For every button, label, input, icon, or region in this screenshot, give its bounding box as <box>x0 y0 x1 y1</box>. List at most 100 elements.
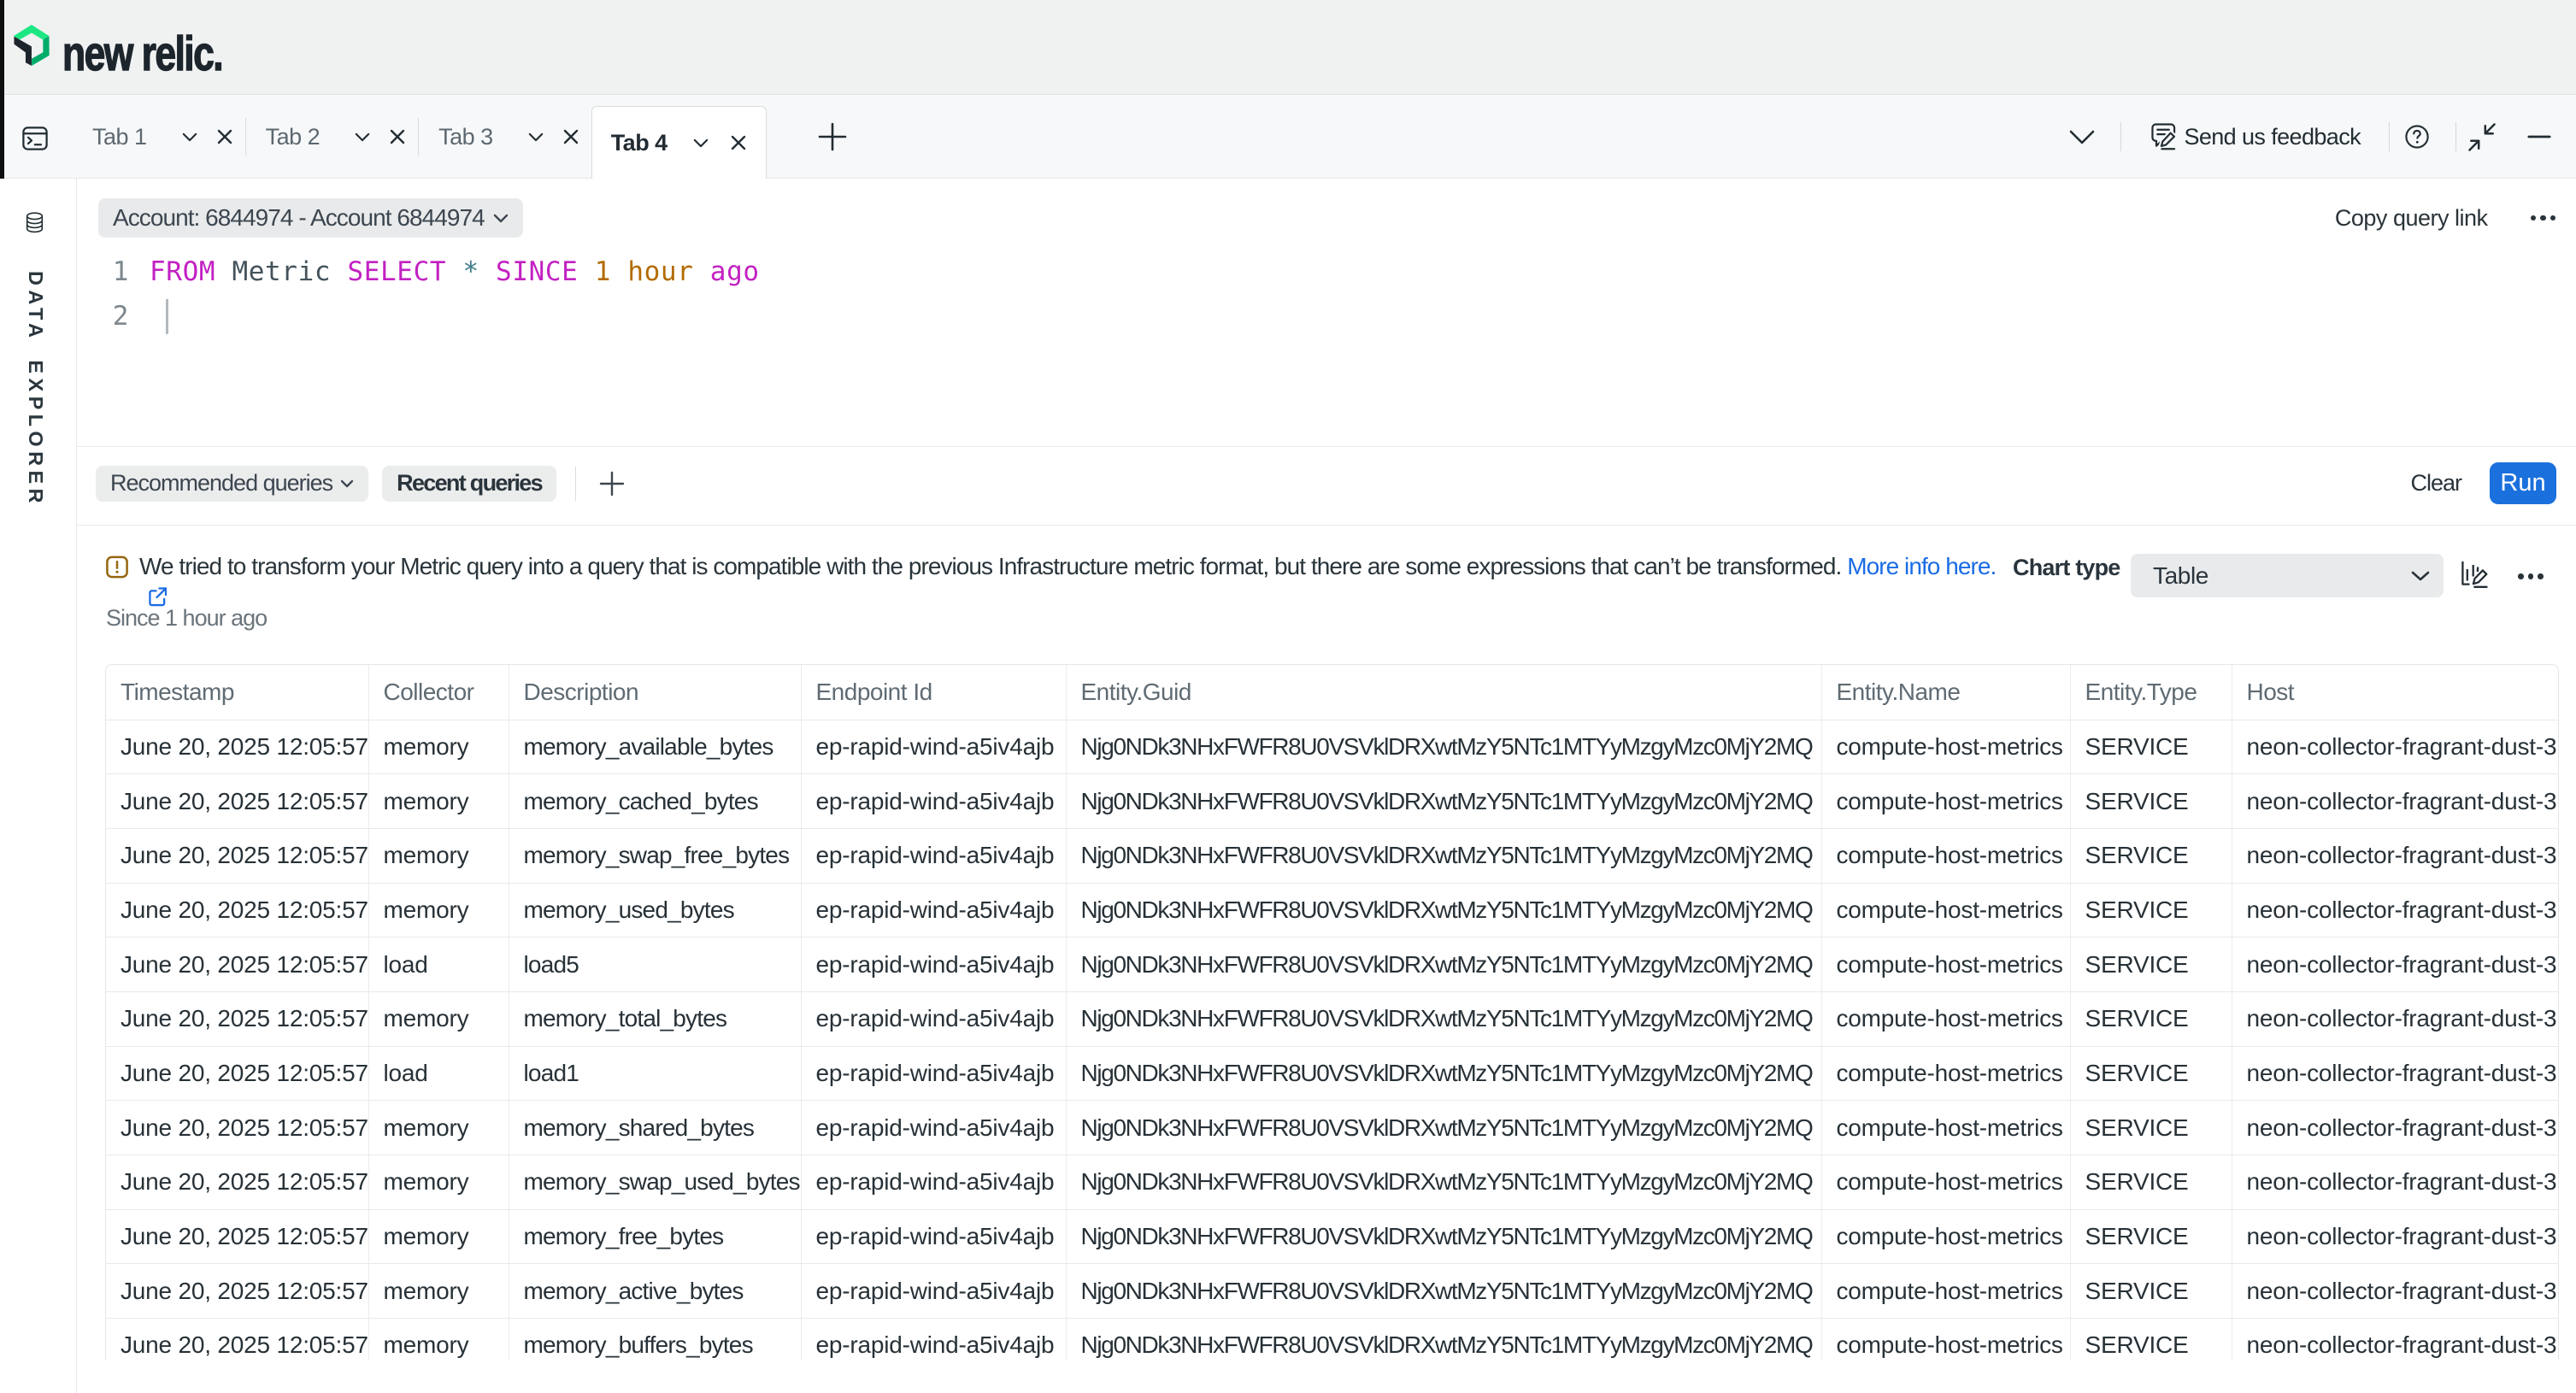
nrql-editor[interactable]: 1FROM Metric SELECT * SINCE 1 hour ago2 <box>98 250 760 338</box>
cell-timestamp: June 20, 2025 12:05:57 <box>106 774 368 829</box>
tab-label[interactable]: Tab 2 <box>246 124 321 150</box>
tab-4-close-icon[interactable] <box>731 135 746 150</box>
cell-guid: Njg0NDk3NHxFWFR8U0VSVklDRXwtMzY5NTc1MTYy… <box>1066 828 1821 883</box>
cell-timestamp: June 20, 2025 12:05:57 <box>106 1155 368 1210</box>
table-row[interactable]: June 20, 2025 12:05:57memorymemory_buffe… <box>106 1319 2559 1360</box>
app-header: new relic. <box>0 0 2576 95</box>
minimize-icon[interactable] <box>2527 135 2551 138</box>
cell-endpoint: ep-rapid-wind-a5iv4ajb <box>801 991 1066 1046</box>
cell-timestamp: June 20, 2025 12:05:57 <box>106 937 368 992</box>
cell-host: neon-collector-fragrant-dust-3 <box>2232 1155 2559 1210</box>
table-row[interactable]: June 20, 2025 12:05:57memorymemory_swap_… <box>106 1155 2559 1210</box>
query-toolbar: Recommended queries Recent queries Clear… <box>77 446 2576 526</box>
tab-label[interactable]: Tab 4 <box>592 130 668 156</box>
tab-3-chevron-down-icon[interactable] <box>528 132 544 142</box>
send-feedback-button[interactable]: Send us feedback <box>2151 123 2361 150</box>
table-row[interactable]: June 20, 2025 12:05:57memorymemory_activ… <box>106 1264 2559 1319</box>
clear-button[interactable]: Clear <box>2410 470 2461 497</box>
new-relic-logo: new relic. <box>14 25 268 82</box>
recommended-queries-button[interactable]: Recommended queries <box>96 466 368 502</box>
cell-timestamp: June 20, 2025 12:05:57 <box>106 720 368 774</box>
table-row[interactable]: June 20, 2025 12:05:57memorymemory_total… <box>106 991 2559 1046</box>
more-info-link[interactable]: More info here. <box>1847 553 1996 579</box>
tab-3[interactable]: Tab 3 <box>419 95 591 179</box>
table-row[interactable]: June 20, 2025 12:05:57loadload5ep-rapid-… <box>106 937 2559 992</box>
account-picker[interactable]: Account: 6844974 - Account 6844974 <box>98 198 523 238</box>
cell-description: load5 <box>509 937 801 992</box>
results-more-options-icon[interactable] <box>2518 573 2544 579</box>
table-row[interactable]: June 20, 2025 12:05:57memorymemory_free_… <box>106 1209 2559 1264</box>
chart-type-select[interactable]: Table <box>2131 554 2444 597</box>
table-row[interactable]: June 20, 2025 12:05:57memorymemory_cache… <box>106 774 2559 829</box>
cell-type: SERVICE <box>2070 1264 2232 1319</box>
since-time-label: Since 1 hour ago <box>106 605 267 632</box>
cell-timestamp: June 20, 2025 12:05:57 <box>106 1319 368 1360</box>
cell-guid: Njg0NDk3NHxFWFR8U0VSVklDRXwtMzY5NTc1MTYy… <box>1066 1264 1821 1319</box>
cell-host: neon-collector-fragrant-dust-3 <box>2232 774 2559 829</box>
column-header-entity-type[interactable]: Entity.Type <box>2070 665 2232 720</box>
chart-type-value: Table <box>2153 562 2208 590</box>
cell-type: SERVICE <box>2070 774 2232 829</box>
external-link-icon[interactable] <box>149 587 167 607</box>
collapse-icon[interactable] <box>2467 123 2497 151</box>
column-header-entity-name[interactable]: Entity.Name <box>1821 665 2070 720</box>
cell-endpoint: ep-rapid-wind-a5iv4ajb <box>801 937 1066 992</box>
editor-line-2[interactable]: 2 <box>98 294 760 338</box>
cell-type: SERVICE <box>2070 1209 2232 1264</box>
cell-guid: Njg0NDk3NHxFWFR8U0VSVklDRXwtMzY5NTc1MTYy… <box>1066 1319 1821 1360</box>
tab-1-close-icon[interactable] <box>217 129 232 144</box>
tab-label[interactable]: Tab 3 <box>419 124 493 150</box>
column-header-collector[interactable]: Collector <box>368 665 509 720</box>
tabs-dropdown-chevron-icon[interactable] <box>2069 130 2095 144</box>
table-row[interactable]: June 20, 2025 12:05:57memorymemory_used_… <box>106 883 2559 937</box>
database-icon[interactable] <box>23 208 46 238</box>
editor-line-1[interactable]: 1FROM Metric SELECT * SINCE 1 hour ago <box>98 250 760 294</box>
cell-description: memory_buffers_bytes <box>509 1319 801 1360</box>
column-header-entity-guid[interactable]: Entity.Guid <box>1066 665 1821 720</box>
cell-type: SERVICE <box>2070 883 2232 937</box>
tab-4-active[interactable]: Tab 4 <box>591 106 767 179</box>
column-header-description[interactable]: Description <box>509 665 801 720</box>
chart-type-label: Chart type <box>2013 555 2120 581</box>
run-button[interactable]: Run <box>2490 462 2556 504</box>
data-explorer-label[interactable]: DATA EXPLORER <box>25 271 45 508</box>
cell-name: compute-host-metrics <box>1821 1155 2070 1210</box>
code-text: FROM Metric SELECT * SINCE 1 hour ago <box>150 250 760 294</box>
new-tab-plus-icon[interactable] <box>818 122 847 151</box>
table-row[interactable]: June 20, 2025 12:05:57loadload1ep-rapid-… <box>106 1046 2559 1101</box>
column-header-host[interactable]: Host <box>2232 665 2559 720</box>
table-row[interactable]: June 20, 2025 12:05:57memorymemory_swap_… <box>106 828 2559 883</box>
cell-host: neon-collector-fragrant-dust-3 <box>2232 1319 2559 1360</box>
column-header-timestamp[interactable]: Timestamp <box>106 665 368 720</box>
tab-2-close-icon[interactable] <box>390 129 405 144</box>
column-header-endpoint-id[interactable]: Endpoint Id <box>801 665 1066 720</box>
tab-3-close-icon[interactable] <box>563 129 579 144</box>
cell-guid: Njg0NDk3NHxFWFR8U0VSVklDRXwtMzY5NTc1MTYy… <box>1066 991 1821 1046</box>
cell-name: compute-host-metrics <box>1821 883 2070 937</box>
cell-type: SERVICE <box>2070 1101 2232 1155</box>
cell-collector: memory <box>368 720 509 774</box>
add-query-plus-icon[interactable] <box>599 471 625 497</box>
query-console-icon[interactable] <box>22 126 48 151</box>
cell-type: SERVICE <box>2070 1319 2232 1360</box>
cell-endpoint: ep-rapid-wind-a5iv4ajb <box>801 1155 1066 1210</box>
new-relic-wordmark: new relic. <box>62 26 222 82</box>
warning-message: We tried to transform your Metric query … <box>139 552 1996 580</box>
editor-caret <box>166 299 168 334</box>
table-row[interactable]: June 20, 2025 12:05:57memorymemory_share… <box>106 1101 2559 1155</box>
query-more-options-icon[interactable] <box>2531 215 2556 221</box>
recent-queries-button[interactable]: Recent queries <box>382 466 556 502</box>
cell-timestamp: June 20, 2025 12:05:57 <box>106 883 368 937</box>
tab-label[interactable]: Tab 1 <box>73 124 147 150</box>
tab-1-chevron-down-icon[interactable] <box>182 132 197 142</box>
help-icon[interactable] <box>2405 125 2429 149</box>
tab-4-chevron-down-icon[interactable] <box>693 138 709 148</box>
tab-2-chevron-down-icon[interactable] <box>355 132 370 142</box>
table-row[interactable]: June 20, 2025 12:05:57memorymemory_avail… <box>106 720 2559 774</box>
copy-query-link-button[interactable]: Copy query link <box>2335 205 2488 232</box>
tab-1[interactable]: Tab 1 <box>73 95 245 179</box>
cell-type: SERVICE <box>2070 1046 2232 1101</box>
tab-2[interactable]: Tab 2 <box>246 95 419 179</box>
cell-collector: memory <box>368 1264 509 1319</box>
edit-chart-icon[interactable] <box>2461 561 2488 589</box>
